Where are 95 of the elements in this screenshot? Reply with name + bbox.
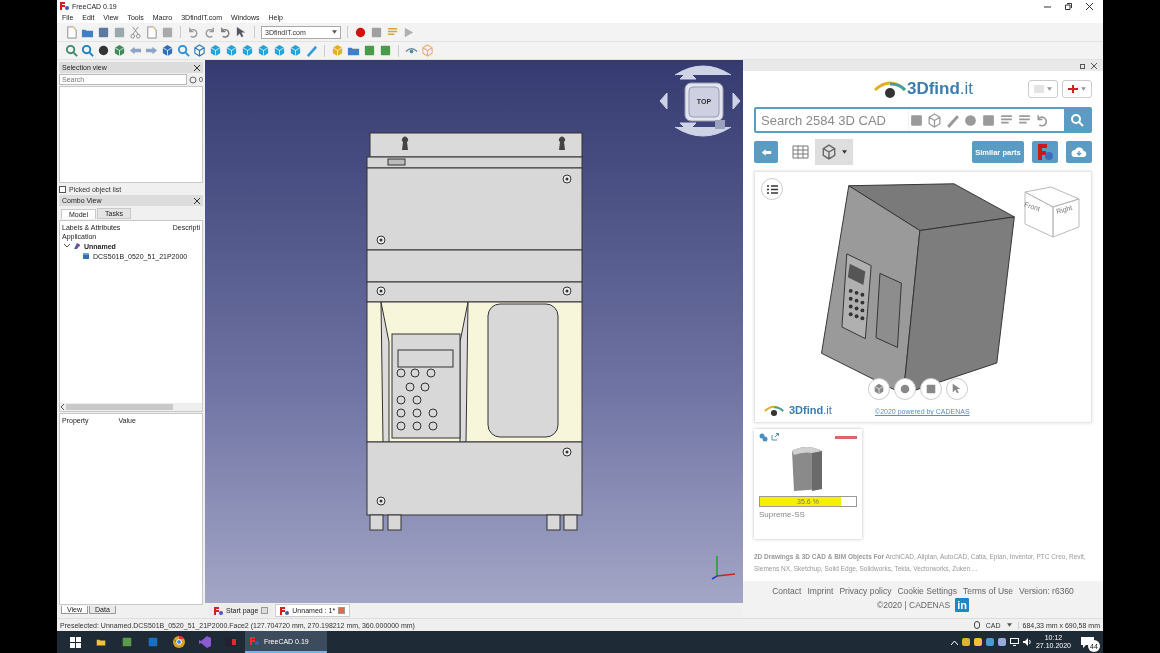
footer-link[interactable]: Version: r6360 xyxy=(1019,586,1074,596)
textured-view-button[interactable] xyxy=(894,378,916,400)
tab-close-icon[interactable] xyxy=(338,607,346,614)
logo-swoosh-icon xyxy=(763,404,785,416)
shaded-view-button[interactable] xyxy=(868,378,890,400)
freecad-logo-icon xyxy=(214,606,223,615)
play-icon[interactable] xyxy=(402,25,415,39)
cube-filter-icon[interactable] xyxy=(927,112,942,128)
footer-link[interactable]: Contact xyxy=(772,586,802,596)
network-icon[interactable] xyxy=(1009,638,1019,646)
model-view-tab[interactable] xyxy=(815,139,853,165)
float-icon[interactable] xyxy=(1080,62,1086,69)
document-icon xyxy=(73,242,81,250)
freecad-export-button[interactable] xyxy=(1032,141,1058,163)
close-icon[interactable] xyxy=(1086,2,1093,10)
restore-icon[interactable] xyxy=(1065,2,1072,10)
back-arrow-icon[interactable] xyxy=(129,44,142,57)
blank-flag-icon xyxy=(1033,85,1044,93)
footer-link[interactable]: Privacy policy xyxy=(839,586,892,596)
fit-all-icon[interactable] xyxy=(65,44,78,57)
whats-this-icon[interactable] xyxy=(235,25,248,39)
freecad-logo-icon xyxy=(250,637,259,645)
left-view-icon[interactable] xyxy=(289,44,302,57)
textured-view-icon xyxy=(899,383,911,395)
footer-link[interactable]: Cookie Settings xyxy=(897,586,957,596)
scroll-left-icon[interactable] xyxy=(60,404,66,410)
measure-icon[interactable] xyxy=(305,44,318,57)
fit-selection-icon[interactable] xyxy=(81,44,94,57)
footer-link[interactable]: Imprint xyxy=(807,586,834,596)
language-select[interactable] xyxy=(1062,80,1092,98)
close-icon[interactable] xyxy=(194,197,200,204)
box-icon[interactable] xyxy=(421,44,434,57)
logo-text: 3Dfind.it xyxy=(906,79,974,99)
stop-icon[interactable] xyxy=(370,25,383,39)
horizontal-scrollbar[interactable] xyxy=(60,403,202,411)
flag-icon xyxy=(1067,85,1078,93)
external-link-icon[interactable] xyxy=(771,433,779,441)
undo-icon[interactable] xyxy=(187,25,200,39)
footer-link[interactable]: Terms of Use xyxy=(962,586,1013,596)
caret-icon xyxy=(1081,87,1087,91)
list-icon xyxy=(766,184,778,194)
volume-icon[interactable] xyxy=(1022,638,1032,646)
front-view-icon[interactable] xyxy=(209,44,222,57)
freecad-logo-icon xyxy=(1036,143,1054,161)
part-name: Supreme-SS xyxy=(759,510,806,519)
standard-views-icon[interactable] xyxy=(161,44,174,57)
freecad-logo-icon xyxy=(280,606,290,615)
bounding-box-icon[interactable] xyxy=(113,44,126,57)
search-icon xyxy=(1070,113,1084,127)
chevron-down-icon[interactable] xyxy=(64,243,70,249)
solid-icon xyxy=(82,252,90,260)
screen-button[interactable] xyxy=(920,378,942,400)
caret-icon xyxy=(1047,87,1053,91)
help-button[interactable] xyxy=(946,378,968,400)
draw-style-icon[interactable] xyxy=(97,44,110,57)
checkbox[interactable] xyxy=(59,185,66,193)
isometric-icon[interactable] xyxy=(193,44,206,57)
logo-text: 3Dfind.it xyxy=(789,404,832,416)
list-button[interactable] xyxy=(761,178,783,200)
app-logo-icon xyxy=(60,2,69,10)
copy-icon[interactable] xyxy=(145,25,158,39)
back-button[interactable] xyxy=(754,141,778,163)
table-icon xyxy=(792,145,809,159)
part-icon[interactable] xyxy=(331,44,344,57)
close-icon[interactable] xyxy=(1091,62,1097,69)
link-icon[interactable] xyxy=(759,433,768,442)
bottom-view-icon[interactable] xyxy=(273,44,286,57)
cloud-download-icon xyxy=(1071,146,1087,158)
navigation-cube[interactable] xyxy=(659,65,741,137)
axis-triad-icon xyxy=(711,555,736,580)
tab-close-icon[interactable] xyxy=(261,607,269,614)
redo-icon[interactable] xyxy=(203,25,216,39)
forward-arrow-icon[interactable] xyxy=(145,44,158,57)
cut-icon[interactable] xyxy=(129,25,142,39)
cube-icon xyxy=(821,144,837,160)
close-icon[interactable] xyxy=(194,64,200,71)
mouse-icon xyxy=(973,621,980,629)
right-view-icon[interactable] xyxy=(241,44,254,57)
search-button[interactable] xyxy=(1064,109,1090,131)
caret-icon xyxy=(1006,623,1012,627)
logo-swoosh-icon xyxy=(872,80,907,98)
download-button[interactable] xyxy=(1066,141,1092,163)
record-icon[interactable] xyxy=(354,25,367,39)
help-icon xyxy=(951,383,963,395)
display-screen xyxy=(847,263,866,286)
rear-view-icon[interactable] xyxy=(257,44,270,57)
caret-icon xyxy=(842,150,847,154)
top-view-icon[interactable] xyxy=(225,44,238,57)
copyright-text: ©2020 | CADENAS xyxy=(876,600,951,610)
new-document-icon[interactable] xyxy=(65,25,78,39)
caret-icon xyxy=(332,30,337,34)
linkedin-link[interactable]: in xyxy=(955,598,970,612)
chevron-up-icon[interactable] xyxy=(950,639,958,645)
shaded-view-icon xyxy=(873,383,885,395)
zoom-icon[interactable] xyxy=(177,44,190,57)
